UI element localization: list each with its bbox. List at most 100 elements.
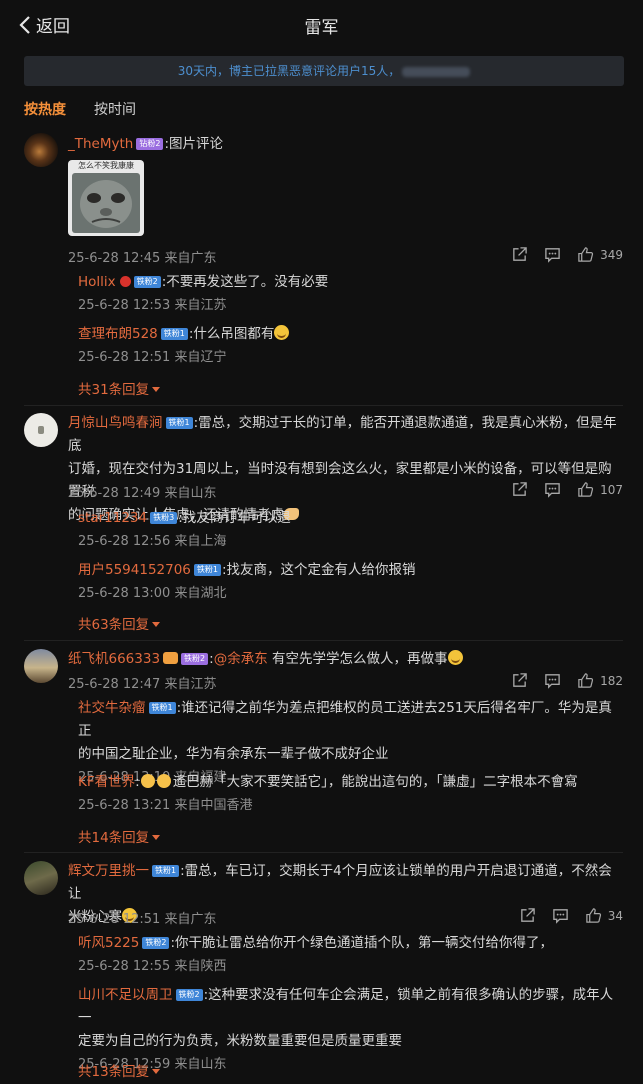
- more-replies-label: 共13条回复: [78, 1064, 150, 1080]
- reply-username[interactable]: 社交牛杂瘤: [78, 700, 146, 716]
- comment-meta: 25-6-28 12:45 来自广东: [68, 251, 217, 266]
- reply-item: KF看世界: 遙巴赫「大家不要笑話它」，能說出這句的，「謙虛」二字根本不會寫 25…: [78, 771, 623, 813]
- comment-text-line-1: :雷总，车已订，交期长于4个月应该让锁单的用户开启退订通道，不然会让: [68, 863, 612, 902]
- more-replies-link[interactable]: 共14条回复: [78, 826, 161, 846]
- meme-face-image: [72, 173, 140, 233]
- reply-username[interactable]: 山川不足以周卫: [78, 987, 173, 1003]
- reply-username[interactable]: 听风5225: [78, 935, 139, 951]
- reply-text: :什么吊图都有: [188, 326, 275, 342]
- comment-icon[interactable]: [544, 672, 561, 689]
- like-icon: [585, 908, 601, 923]
- reply-text: :找友商，这个定金有人给你报销: [222, 562, 416, 578]
- divider: [24, 405, 623, 406]
- username[interactable]: 辉文万里挑一: [68, 863, 149, 879]
- reply-text: 遙巴赫「大家不要笑話它」，能說出這句的，「謙虛」二字根本不會寫: [172, 774, 578, 790]
- cat-emoji-icon: [140, 774, 155, 788]
- share-icon[interactable]: [519, 907, 536, 924]
- fan-badge: 铁粉1: [148, 702, 176, 714]
- avatar[interactable]: [24, 861, 58, 895]
- more-replies-label: 共14条回复: [78, 830, 150, 846]
- top-bar: 返回 雷军: [0, 0, 643, 48]
- like-icon: [578, 482, 594, 497]
- avatar[interactable]: [24, 133, 58, 167]
- comment-text: :图片评论: [164, 136, 224, 152]
- reply-username[interactable]: 查理布朗528: [78, 326, 158, 342]
- reply-item: 用户5594152706 铁粉1:找友商，这个定金有人给你报销 25-6-28 1…: [78, 559, 623, 601]
- comment-meta: 25-6-28 12:47 来自江苏: [68, 677, 217, 692]
- reply-item: 山川不足以周卫 铁粉2:这种要求没有任何车企会满足，锁单之前有很多确认的步骤，成年…: [78, 984, 623, 1072]
- comment-meta: 25-6-28 12:49 来自山东: [68, 486, 217, 501]
- more-replies-label: 共63条回复: [78, 617, 150, 633]
- blurred-text: [402, 66, 471, 77]
- fan-badge: 铁粉1: [152, 865, 180, 877]
- fan-badge: 铁粉2: [181, 653, 209, 665]
- reply-text-line-2: 的中国之耻企业，华为有余承东一辈子做不成好企业: [78, 746, 389, 762]
- reply-text: :找友商订车可以退: [178, 510, 291, 526]
- like-count: 34: [607, 908, 623, 923]
- reply-meta: 25-6-28 12:51 来自辽宁: [78, 350, 227, 365]
- fan-badge: 钻粉2: [136, 138, 164, 150]
- comment-icon[interactable]: [552, 907, 569, 924]
- divider: [24, 852, 623, 853]
- colon-separator: :: [135, 774, 140, 790]
- fan-badge: 铁粉2: [142, 937, 170, 949]
- sort-tabs: 按热度 按时间: [24, 99, 136, 119]
- laugh-emoji-icon: [274, 325, 290, 340]
- like-count: 182: [600, 673, 623, 688]
- reply-text: :不要再发这些了。没有必要: [161, 274, 329, 290]
- comment-image[interactable]: 怎么不笑我康康: [68, 160, 144, 236]
- reply-item: star11234 铁粉3:找友商订车可以退 25-6-28 12:56 来自上海: [78, 507, 623, 549]
- username[interactable]: _TheMyth: [68, 136, 133, 152]
- reply-username[interactable]: 用户5594152706: [78, 562, 191, 578]
- vip-icon: [119, 276, 131, 287]
- mention-link[interactable]: @余承东: [214, 651, 268, 667]
- fan-badge: 铁粉2: [133, 276, 161, 288]
- reply-username[interactable]: KF看世界: [78, 774, 135, 790]
- caret-down-icon: [152, 387, 161, 392]
- fan-badge: 铁粉1: [160, 328, 188, 340]
- laugh-emoji-icon: [447, 650, 463, 665]
- username[interactable]: 月惊山鸟鸣春涧: [68, 415, 163, 431]
- reply-text-line-2: 定要为自己的行为负责，米粉数量重要但是质量更重要: [78, 1033, 402, 1049]
- reply-username[interactable]: star11234: [78, 510, 147, 526]
- more-replies-label: 共31条回复: [78, 382, 150, 398]
- fan-badge: 铁粉1: [165, 417, 193, 429]
- avatar[interactable]: [24, 413, 58, 447]
- tab-by-time[interactable]: 按时间: [94, 99, 136, 119]
- reply-item: 听风5225 铁粉2:你干脆让雷总给你开个绿色通道插个队，第一辆交付给你得了， 2…: [78, 932, 623, 974]
- reply-username[interactable]: Hollix: [78, 274, 116, 290]
- more-replies-link[interactable]: 共13条回复: [78, 1060, 161, 1080]
- crown-icon: [163, 652, 179, 664]
- fan-badge: 铁粉3: [150, 512, 178, 524]
- fan-badge: 铁粉1: [193, 564, 221, 576]
- tab-by-hot[interactable]: 按热度: [24, 99, 66, 119]
- notice-text: 30天内，博主已拉黑恶意评论用户15人，: [177, 64, 401, 78]
- reply-meta: 25-6-28 12:53 来自江苏: [78, 298, 227, 313]
- caret-down-icon: [152, 1069, 161, 1074]
- more-replies-link[interactable]: 共63条回复: [78, 613, 161, 633]
- reply-meta: 25-6-28 13:00 来自湖北: [78, 586, 227, 601]
- image-caption: 怎么不笑我康康: [78, 161, 134, 170]
- divider: [24, 640, 623, 641]
- share-icon[interactable]: [511, 246, 528, 263]
- username[interactable]: 纸飞机666333: [68, 651, 160, 667]
- more-replies-link[interactable]: 共31条回复: [78, 378, 161, 398]
- like-button[interactable]: 182: [577, 672, 623, 689]
- reply-meta: 25-6-28 12:55 来自陕西: [78, 959, 227, 974]
- comment-text: 有空先学学怎么做人，再做事: [267, 651, 448, 667]
- like-button[interactable]: 34: [585, 907, 623, 924]
- comment-icon[interactable]: [544, 481, 561, 498]
- fan-badge: 铁粉2: [175, 989, 203, 1001]
- like-icon: [578, 673, 594, 688]
- comment-icon[interactable]: [544, 246, 561, 263]
- caret-down-icon: [152, 835, 161, 840]
- share-icon[interactable]: [511, 481, 528, 498]
- reply-meta: 25-6-28 12:56 来自上海: [78, 534, 227, 549]
- like-icon: [578, 247, 594, 262]
- like-button[interactable]: 349: [577, 246, 623, 263]
- like-count: 349: [600, 247, 623, 262]
- comment-meta: 25-6-28 12:51 来自广东: [68, 912, 217, 927]
- like-button[interactable]: 107: [577, 481, 623, 498]
- share-icon[interactable]: [511, 672, 528, 689]
- avatar[interactable]: [24, 649, 58, 683]
